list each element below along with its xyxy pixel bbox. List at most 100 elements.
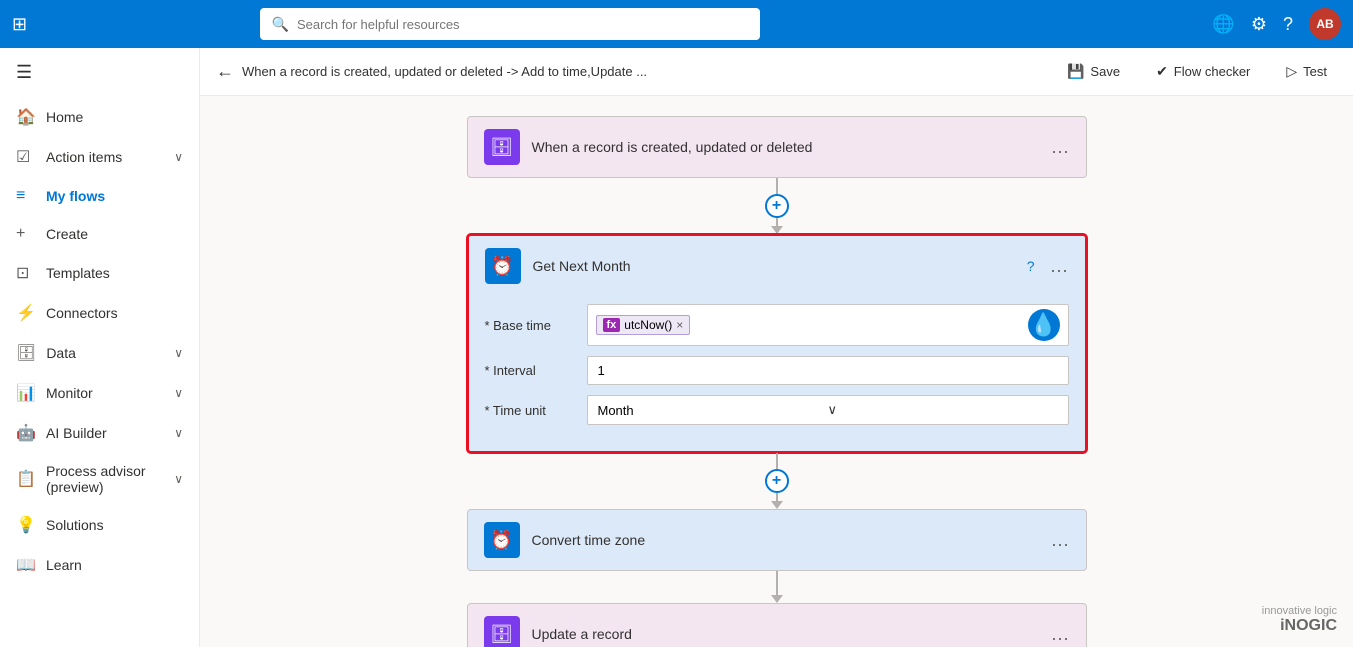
flow-checker-button[interactable]: ✔ Flow checker [1146,57,1260,86]
convert-time-zone-more-button[interactable]: ... [1051,530,1069,551]
sidebar-label-data: Data [46,345,76,361]
connector-arrow-1 [771,226,783,234]
trigger-block[interactable]: 🗄 When a record is created, updated or d… [467,116,1087,178]
create-icon: + [16,225,36,243]
watermark: innovative logic iNOGIC [1262,605,1337,635]
topbar-right: 🌐 ⚙ ? AB [1212,8,1341,40]
sidebar-item-process-advisor[interactable]: 📋 Process advisor (preview) ∨ [0,453,199,505]
add-step-button-2[interactable]: + [765,469,789,493]
sidebar-item-action-items[interactable]: ☑ Action items ∨ [0,137,199,177]
connector-arrow-3 [771,595,783,603]
time-unit-row: * Time unit Month ∨ [485,395,1069,425]
update-record-title: Update a record [532,626,1040,642]
convert-time-zone-header: ⏰ Convert time zone ... [468,510,1086,570]
content-area: ← When a record is created, updated or d… [200,48,1353,647]
sidebar-item-data[interactable]: 🗄 Data ∨ [0,333,199,373]
sidebar-item-templates[interactable]: ⊡ Templates [0,253,199,293]
solutions-icon: 💡 [16,515,36,535]
trigger-more-button[interactable]: ... [1051,137,1069,158]
sidebar-label-create: Create [46,226,88,242]
save-button[interactable]: 💾 Save [1057,57,1130,86]
connector-1: + [765,178,789,234]
my-flows-icon: ≡ [16,187,36,205]
topbar: ⊞ 🔍 🌐 ⚙ ? AB [0,0,1353,48]
update-record-more-button[interactable]: ... [1051,624,1069,645]
search-bar: 🔍 [260,8,760,40]
sidebar-item-connectors[interactable]: ⚡ Connectors [0,293,199,333]
update-db-icon: 🗄 [490,624,513,645]
flow-canvas: 🗄 When a record is created, updated or d… [200,96,1353,647]
base-time-input[interactable]: fx utcNow() × 💧 [587,304,1069,346]
add-step-button-1[interactable]: + [765,194,789,218]
settings-icon[interactable]: ⚙ [1251,14,1267,35]
hamburger-icon[interactable]: ☰ [0,48,199,97]
connector-line-2b [776,493,778,501]
connector-line-1 [776,178,778,194]
connector-arrow-2 [771,501,783,509]
sidebar-label-home: Home [46,109,83,125]
help-icon[interactable]: ? [1283,14,1293,35]
connector-line-2 [776,453,778,469]
time-unit-chevron-icon: ∨ [828,402,1058,418]
back-button[interactable]: ← [216,61,234,82]
connector-2: + [765,453,789,509]
update-record-block[interactable]: 🗄 Update a record ... [467,603,1087,647]
main-layout: ☰ 🏠 Home ☑ Action items ∨ ≡ My flows + C… [0,48,1353,647]
clock-icon: ⏰ [491,256,513,277]
convert-time-zone-title: Convert time zone [532,532,1040,548]
grid-icon[interactable]: ⊞ [12,14,27,35]
sidebar-item-home[interactable]: 🏠 Home [0,97,199,137]
trigger-title: When a record is created, updated or del… [532,139,1040,155]
interval-input[interactable] [587,356,1069,385]
sidebar-item-create[interactable]: + Create [0,215,199,253]
time-unit-select[interactable]: Month ∨ [587,395,1069,425]
connector-line-3 [776,571,778,595]
data-icon: 🗄 [16,343,36,363]
connector-3 [771,571,783,603]
sidebar-label-connectors: Connectors [46,305,118,321]
token-value: utcNow() [624,318,672,332]
breadcrumb-actions: 💾 Save ✔ Flow checker ▷ Test [1057,57,1337,86]
update-record-header: 🗄 Update a record ... [468,604,1086,647]
get-next-month-icon-wrap: ⏰ [485,248,521,284]
get-next-month-block[interactable]: ⏰ Get Next Month ? ... * Base time fx ut… [467,234,1087,453]
learn-icon: 📖 [16,555,36,575]
token-close-button[interactable]: × [676,318,683,332]
breadcrumb-bar: ← When a record is created, updated or d… [200,48,1353,96]
trigger-icon-wrap: 🗄 [484,129,520,165]
time-unit-label: * Time unit [485,403,575,418]
time-unit-value: Month [598,403,828,418]
watermark-line1: innovative logic [1262,605,1337,617]
chevron-down-icon: ∨ [174,150,183,164]
sidebar-label-monitor: Monitor [46,385,93,401]
sidebar-item-ai-builder[interactable]: 🤖 AI Builder ∨ [0,413,199,453]
convert-clock-icon: ⏰ [490,530,512,551]
save-icon: 💾 [1067,63,1084,80]
avatar[interactable]: AB [1309,8,1341,40]
sidebar-item-learn[interactable]: 📖 Learn [0,545,199,585]
base-time-row: * Base time fx utcNow() × 💧 [485,304,1069,346]
fx-badge: fx [603,318,621,332]
test-button[interactable]: ▷ Test [1276,57,1337,86]
sidebar-label-process-advisor: Process advisor (preview) [46,463,164,495]
sidebar: ☰ 🏠 Home ☑ Action items ∨ ≡ My flows + C… [0,48,200,647]
sidebar-item-monitor[interactable]: 📊 Monitor ∨ [0,373,199,413]
get-next-month-more-button[interactable]: ... [1050,256,1068,277]
convert-time-zone-block[interactable]: ⏰ Convert time zone ... [467,509,1087,571]
sidebar-label-templates: Templates [46,265,110,281]
sidebar-item-my-flows[interactable]: ≡ My flows [0,177,199,215]
search-input[interactable] [297,17,748,32]
help-icon[interactable]: ? [1027,258,1035,274]
sidebar-item-solutions[interactable]: 💡 Solutions [0,505,199,545]
dynamic-content-button[interactable]: 💧 [1028,309,1060,341]
interval-row: * Interval [485,356,1069,385]
world-icon[interactable]: 🌐 [1212,14,1234,35]
sidebar-label-solutions: Solutions [46,517,104,533]
monitor-icon: 📊 [16,383,36,403]
sidebar-label-action-items: Action items [46,149,122,165]
process-advisor-icon: 📋 [16,469,36,489]
breadcrumb: When a record is created, updated or del… [242,64,1049,79]
ai-builder-icon: 🤖 [16,423,36,443]
sidebar-label-learn: Learn [46,557,82,573]
test-icon: ▷ [1286,63,1297,80]
